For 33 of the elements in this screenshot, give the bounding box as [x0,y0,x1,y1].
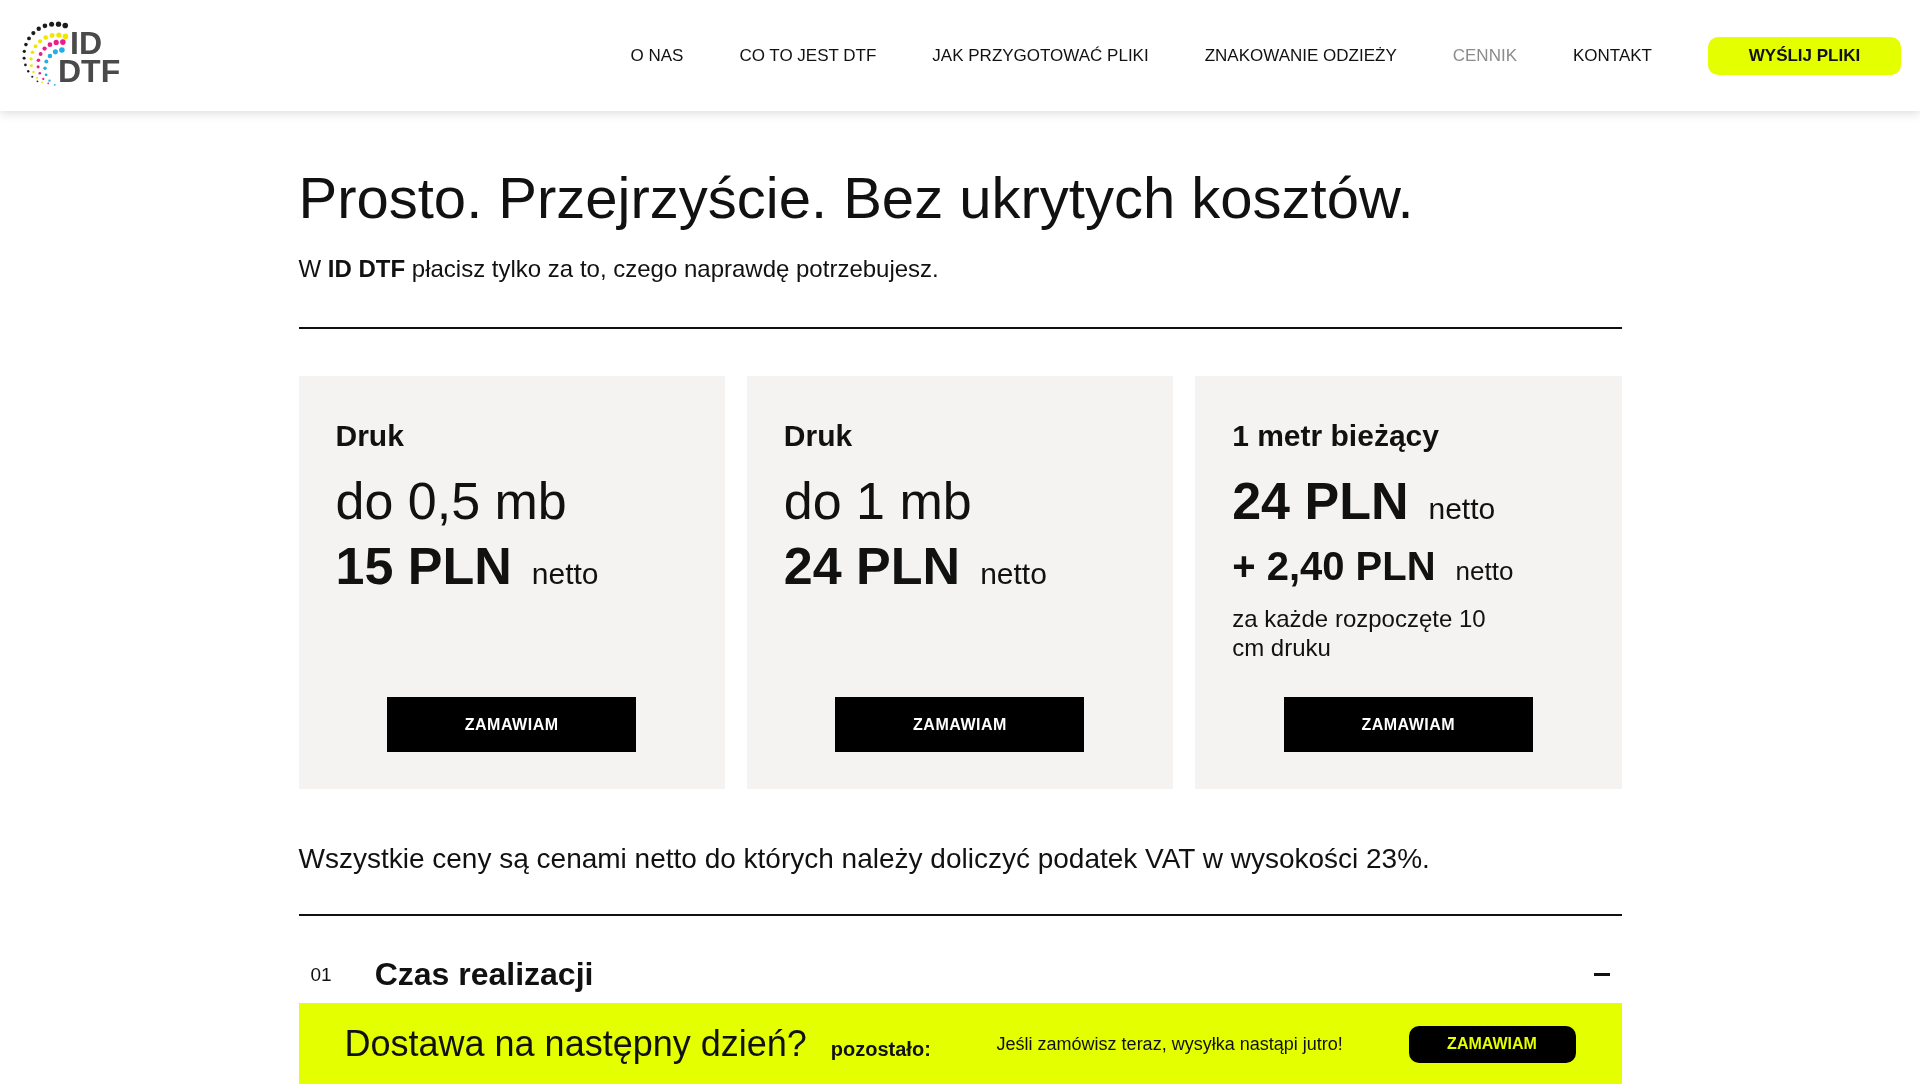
order-button[interactable]: ZAMAWIAM [835,697,1085,753]
send-files-button[interactable]: WYŚLIJ PLIKI [1708,36,1901,75]
countdown-label: pozostało: [830,1037,931,1063]
price-note: netto [1455,557,1514,584]
vat-note: Wszystkie ceny są cenami netto do których należy doliczyć podatek VAT w wysokości 23%. [298,842,1431,876]
nav-link[interactable]: JAK PRZYGOTOWAĆ PLIKI [932,42,1149,69]
nav-link[interactable]: O NAS [630,42,684,69]
page-title: Prosto. Przejrzyście. Bez ukrytych kosztów. [298,164,1415,232]
delivery-question: Dostawa na następny dzień? [344,1022,807,1067]
card-title: Druk [783,418,854,455]
order-button[interactable]: ZAMAWIAM [1408,1025,1576,1063]
quantity-text: do 0,5 mb [335,471,568,533]
card-title: 1 metr bieżący [1232,418,1440,455]
quantity-text: do 1 mb [783,471,973,533]
price-text: + 2,40 PLN [1232,542,1436,590]
nav-link[interactable]: ZNAKOWANIE ODZIEŻY [1204,42,1397,69]
price-note: netto [531,558,599,589]
intro-text: W ID DTF płacisz tylko za to, czego naprawdę potrzebujesz. [298,254,940,284]
order-button[interactable]: ZAMAWIAM [1283,697,1533,753]
price-note: netto [1428,494,1496,525]
price-description: za każde rozpoczęte 10 cm druku [1232,603,1487,662]
section-title[interactable]: Czas realizacji [374,955,594,994]
section-number: 01 [310,964,332,984]
price-text: 15 PLN [335,535,512,597]
nav-link[interactable]: CO TO JEST DTF [739,42,877,69]
delivery-message: Jeśli zamówisz teraz, wysyłka nastąpi jutro! [996,1032,1343,1056]
card-title: Druk [335,418,405,455]
nav-link[interactable]: KONTAKT [1572,42,1652,69]
minus-icon[interactable] [1593,972,1610,976]
order-button[interactable]: ZAMAWIAM [387,697,637,753]
price-text: 24 PLN [1232,471,1409,533]
price-text: 24 PLN [783,535,961,597]
price-note: netto [980,558,1047,589]
